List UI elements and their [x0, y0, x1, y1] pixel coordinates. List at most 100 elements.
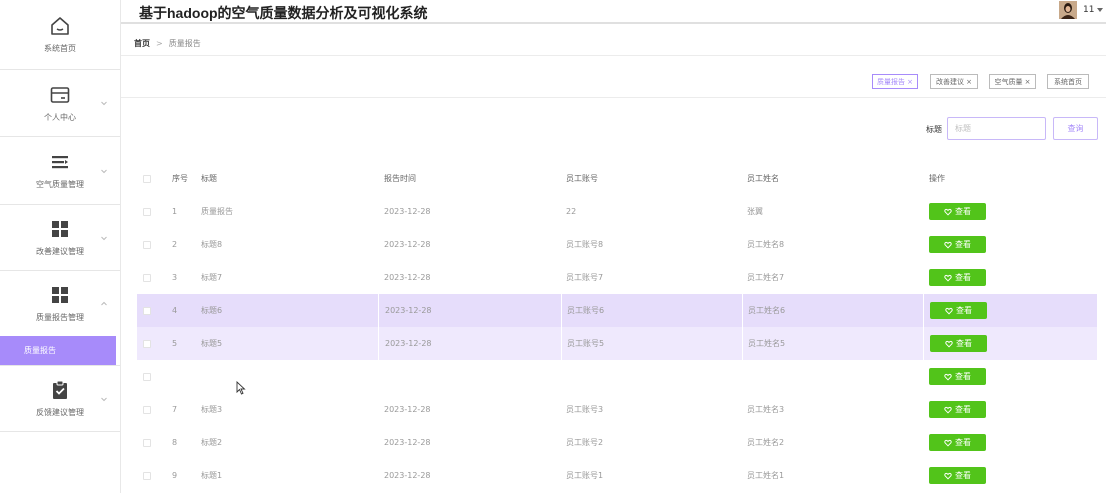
list-icon [52, 156, 68, 169]
row-checkbox[interactable] [143, 459, 152, 492]
row-checkbox[interactable] [143, 426, 152, 459]
cell-name: 员工姓名3 [747, 405, 785, 414]
cell-name: 员工姓名7 [747, 273, 785, 282]
table-row[interactable]: 7 标题3 2023-12-28 员工账号3 员工姓名3 查看 [137, 393, 1097, 426]
cell-action: 查看 [923, 294, 1097, 327]
cell-index: 7 [172, 405, 178, 414]
cell-time: 2023-12-28 [378, 327, 561, 360]
cell-title: 质量报告 [201, 207, 233, 216]
app-root: 系统首页 个人中心 空气质量管理 改善建议管理 质量报告管理 质量报告 反馈建议… [0, 0, 1106, 493]
tab-home[interactable]: 系统首页 [1047, 74, 1089, 89]
cell-index: 9 [172, 471, 178, 480]
sidebar-subitem-quality-report[interactable]: 质量报告 [0, 336, 116, 365]
breadcrumb: 首页 > 质量报告 [121, 32, 1106, 56]
cell-index: 3 [172, 273, 178, 282]
mouse-cursor-icon [236, 381, 246, 395]
sidebar-item-label: 个人中心 [44, 112, 76, 122]
view-button[interactable]: 查看 [929, 434, 986, 451]
table-row[interactable]: 查看 [137, 360, 1097, 393]
cell-name: 员工姓名5 [742, 327, 923, 360]
table-row[interactable]: 5 标题5 2023-12-28 员工账号5 员工姓名5 查看 [137, 327, 1097, 360]
view-button[interactable]: 查看 [929, 203, 986, 220]
view-button[interactable]: 查看 [929, 236, 986, 253]
cell-time: 2023-12-28 [384, 471, 431, 480]
tab-label: 改善建议 × [935, 77, 973, 86]
breadcrumb-home[interactable]: 首页 [134, 38, 150, 49]
cell-account: 员工账号3 [566, 405, 604, 414]
select-all-checkbox[interactable] [143, 162, 152, 195]
sidebar-item-improvement[interactable]: 改善建议管理 [0, 205, 120, 271]
cell-action: 查看 [923, 459, 1097, 492]
cell-action: 查看 [923, 228, 1097, 261]
tab-quality-report[interactable]: 质量报告 × [872, 74, 918, 89]
user-name[interactable]: 11 [1083, 5, 1094, 15]
cell-action: 查看 [923, 360, 1097, 393]
view-button-label: 查看 [956, 306, 972, 315]
table-row[interactable]: 8 标题2 2023-12-28 员工账号2 员工姓名2 查看 [137, 426, 1097, 459]
chevron-down-icon [101, 169, 107, 173]
cell-action: 查看 [923, 261, 1097, 294]
column-header-index: 序号 [172, 174, 188, 183]
view-button-label: 查看 [955, 207, 971, 216]
sidebar-item-quality-report[interactable]: 质量报告管理 [0, 271, 120, 336]
view-button[interactable]: 查看 [930, 302, 987, 319]
column-header-account: 员工账号 [566, 174, 598, 183]
search-button[interactable]: 查询 [1053, 117, 1098, 140]
row-checkbox[interactable] [143, 294, 152, 327]
table-row[interactable]: 1 质量报告 2023-12-28 22 张翼 查看 [137, 195, 1097, 228]
cell-index: 8 [172, 438, 178, 447]
row-checkbox[interactable] [143, 228, 152, 261]
cell-account: 员工账号5 [561, 327, 742, 360]
cell-time: 2023-12-28 [384, 405, 431, 414]
view-button-label: 查看 [955, 471, 971, 480]
sidebar-item-feedback[interactable]: 反馈建议管理 [0, 365, 120, 432]
row-checkbox[interactable] [143, 360, 152, 393]
cell-time: 2023-12-28 [384, 438, 431, 447]
sidebar-item-profile[interactable]: 个人中心 [0, 70, 120, 137]
cell-index: 5 [172, 339, 178, 348]
sidebar-item-label: 质量报告管理 [36, 313, 84, 322]
search-input[interactable] [947, 117, 1046, 140]
cell-time [378, 360, 561, 393]
sidebar-item-label: 反馈建议管理 [36, 408, 84, 417]
cell-account: 员工账号1 [566, 471, 604, 480]
avatar[interactable] [1059, 1, 1077, 19]
chevron-down-icon [101, 397, 107, 401]
heart-icon [945, 340, 953, 347]
table-row[interactable]: 2 标题8 2023-12-28 员工账号8 员工姓名8 查看 [137, 228, 1097, 261]
column-header-action: 操作 [929, 174, 945, 183]
row-checkbox[interactable] [143, 261, 152, 294]
cell-account: 22 [566, 207, 577, 216]
cell-time: 2023-12-28 [378, 294, 561, 327]
sidebar: 系统首页 个人中心 空气质量管理 改善建议管理 质量报告管理 质量报告 反馈建议… [0, 0, 121, 493]
top-header: 基于hadoop的空气质量数据分析及可视化系统 11 [121, 0, 1106, 24]
tab-label: 质量报告 × [876, 77, 914, 86]
cell-account: 员工账号2 [566, 438, 604, 447]
breadcrumb-separator: > [156, 39, 163, 48]
cell-title: 标题2 [201, 438, 223, 447]
sidebar-item-air-quality[interactable]: 空气质量管理 [0, 137, 120, 205]
cell-title: 标题7 [201, 273, 223, 282]
tab-improvement[interactable]: 改善建议 × [930, 74, 978, 89]
row-checkbox[interactable] [143, 327, 152, 360]
caret-down-icon[interactable] [1097, 8, 1103, 12]
heart-icon [944, 439, 952, 446]
column-header-name: 员工姓名 [747, 174, 779, 183]
cell-account: 员工账号6 [561, 294, 742, 327]
cell-time: 2023-12-28 [384, 273, 431, 282]
view-button[interactable]: 查看 [929, 368, 986, 385]
cell-title: 标题8 [201, 240, 223, 249]
heart-icon [944, 406, 952, 413]
table-row[interactable]: 3 标题7 2023-12-28 员工账号7 员工姓名7 查看 [137, 261, 1097, 294]
view-button[interactable]: 查看 [930, 335, 987, 352]
table-row[interactable]: 4 标题6 2023-12-28 员工账号6 员工姓名6 查看 [137, 294, 1097, 327]
view-button[interactable]: 查看 [929, 467, 986, 484]
chevron-down-icon [101, 236, 107, 240]
view-button[interactable]: 查看 [929, 401, 986, 418]
row-checkbox[interactable] [143, 393, 152, 426]
tab-air-quality[interactable]: 空气质量 × [989, 74, 1036, 89]
sidebar-item-home[interactable]: 系统首页 [0, 0, 120, 70]
view-button[interactable]: 查看 [929, 269, 986, 286]
row-checkbox[interactable] [143, 195, 152, 228]
table-row[interactable]: 9 标题1 2023-12-28 员工账号1 员工姓名1 查看 [137, 459, 1097, 492]
